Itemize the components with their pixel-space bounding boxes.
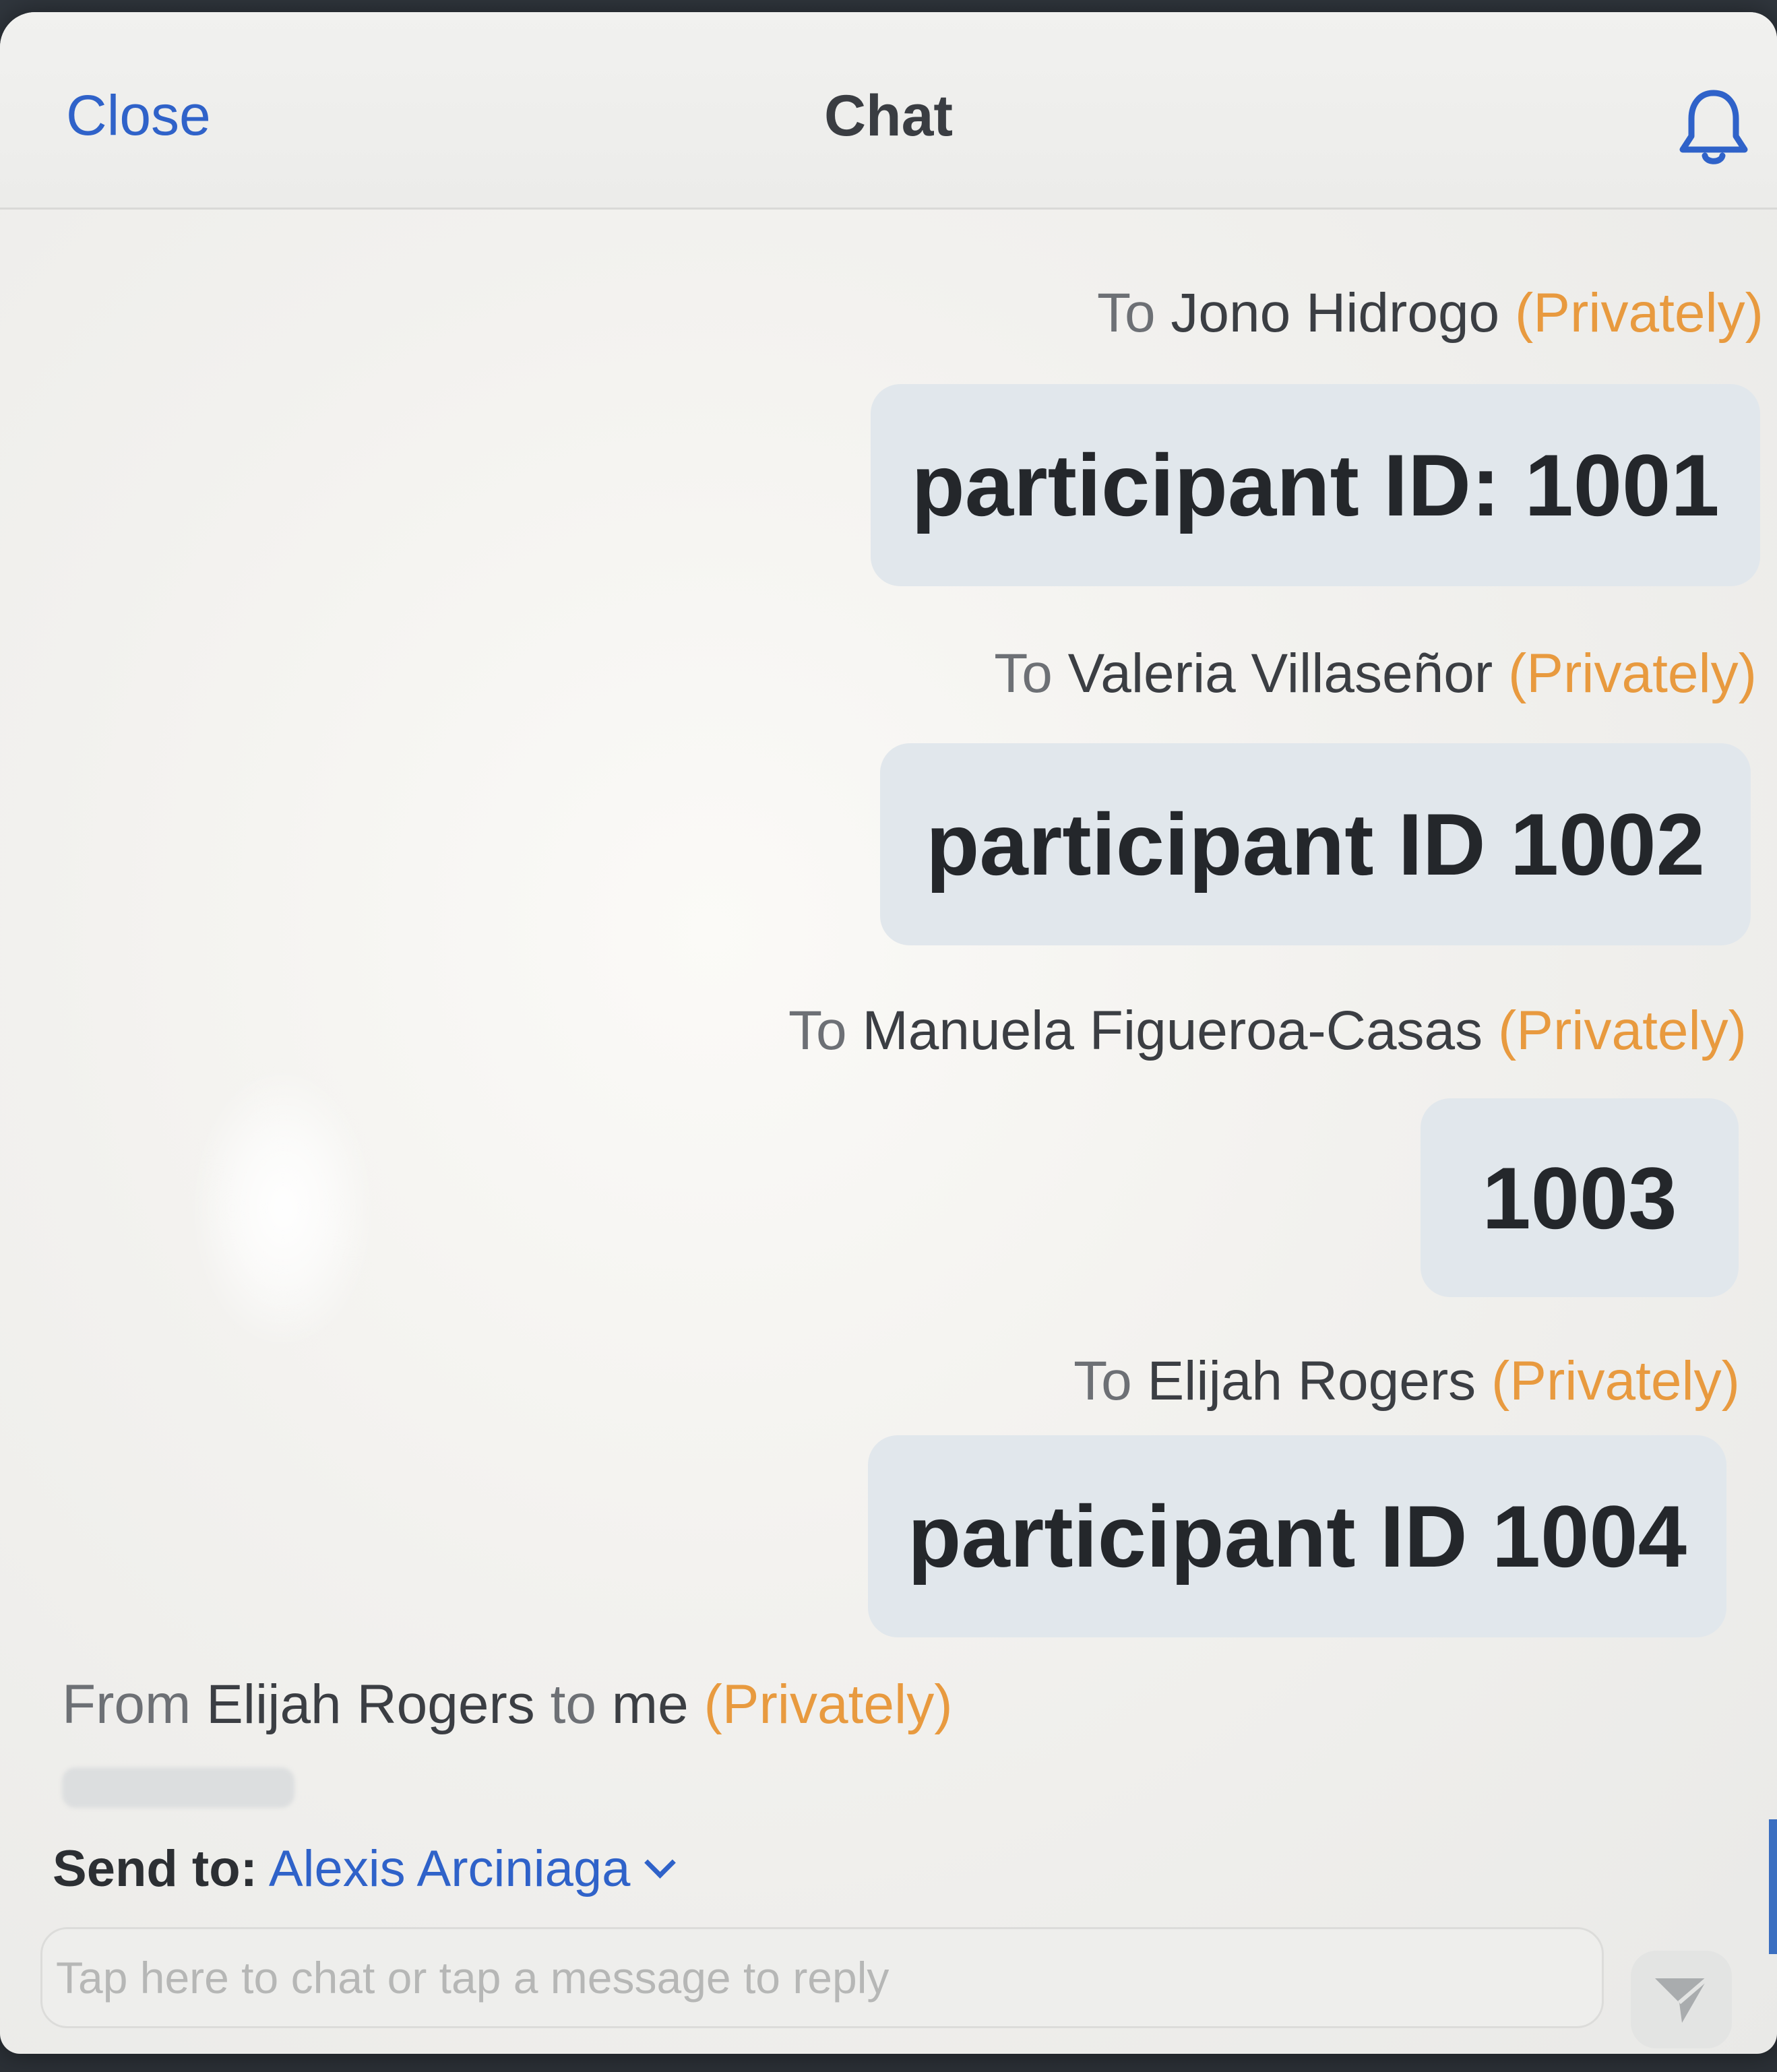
to-prefix: To xyxy=(994,643,1053,704)
privately-tag: (Privately) xyxy=(1507,643,1757,704)
chevron-down-icon xyxy=(644,1847,677,1879)
send-to-recipient-dropdown[interactable]: Alexis Arciniaga xyxy=(268,1840,677,1897)
send-to-row: Send to: Alexis Arciniaga xyxy=(53,1840,677,1898)
incoming-message-bubble[interactable] xyxy=(62,1767,294,1808)
incoming-message-label: From Elijah Rogers to me (Privately) xyxy=(62,1673,953,1736)
chat-header: Close Chat xyxy=(0,12,1777,210)
message-recipient-label: To Jono Hidrogo (Privately) xyxy=(1097,282,1764,345)
message-recipient-label: To Elijah Rogers (Privately) xyxy=(1073,1350,1740,1413)
to-word: to xyxy=(550,1674,596,1735)
from-prefix: From xyxy=(62,1674,191,1735)
page-title: Chat xyxy=(823,84,954,148)
send-to-label: Send to: xyxy=(53,1840,257,1897)
to-prefix: To xyxy=(1073,1350,1132,1412)
privately-tag: (Privately) xyxy=(704,1674,953,1735)
chat-panel: Close Chat To Jono Hidrogo (Privately) p… xyxy=(0,12,1777,2054)
privately-tag: (Privately) xyxy=(1514,282,1764,344)
sender-name: Elijah Rogers xyxy=(206,1674,535,1735)
message-bubble[interactable]: participant ID 1002 xyxy=(880,743,1751,945)
message-bubble[interactable]: participant ID: 1001 xyxy=(871,384,1760,586)
recipient-name: Valeria Villaseñor xyxy=(1067,643,1493,704)
send-button[interactable] xyxy=(1631,1951,1732,2048)
send-to-recipient: Alexis Arciniaga xyxy=(268,1840,631,1897)
message-bubble[interactable]: 1003 xyxy=(1421,1098,1739,1297)
recipient-name: Manuela Figueroa-Casas xyxy=(862,1000,1483,1061)
message-list: To Jono Hidrogo (Privately) participant … xyxy=(0,208,1777,1637)
privately-tag: (Privately) xyxy=(1491,1350,1740,1412)
message-recipient-label: To Valeria Villaseñor (Privately) xyxy=(994,642,1757,705)
chat-input[interactable] xyxy=(40,1927,1604,2028)
bell-icon[interactable] xyxy=(1677,86,1751,167)
privately-tag: (Privately) xyxy=(1497,1000,1747,1061)
recipient-name: Elijah Rogers xyxy=(1147,1350,1476,1412)
to-prefix: To xyxy=(1096,282,1156,344)
message-bubble[interactable]: participant ID 1004 xyxy=(868,1435,1726,1637)
recipient-name: Jono Hidrogo xyxy=(1171,282,1500,344)
screen-edge xyxy=(1769,1819,1777,1954)
chat-input-row xyxy=(40,1927,1604,2028)
to-prefix: To xyxy=(788,1000,847,1061)
message-recipient-label: To Manuela Figueroa-Casas (Privately) xyxy=(788,999,1747,1063)
recipient-me: me xyxy=(611,1674,689,1735)
send-icon xyxy=(1655,1976,1709,2023)
